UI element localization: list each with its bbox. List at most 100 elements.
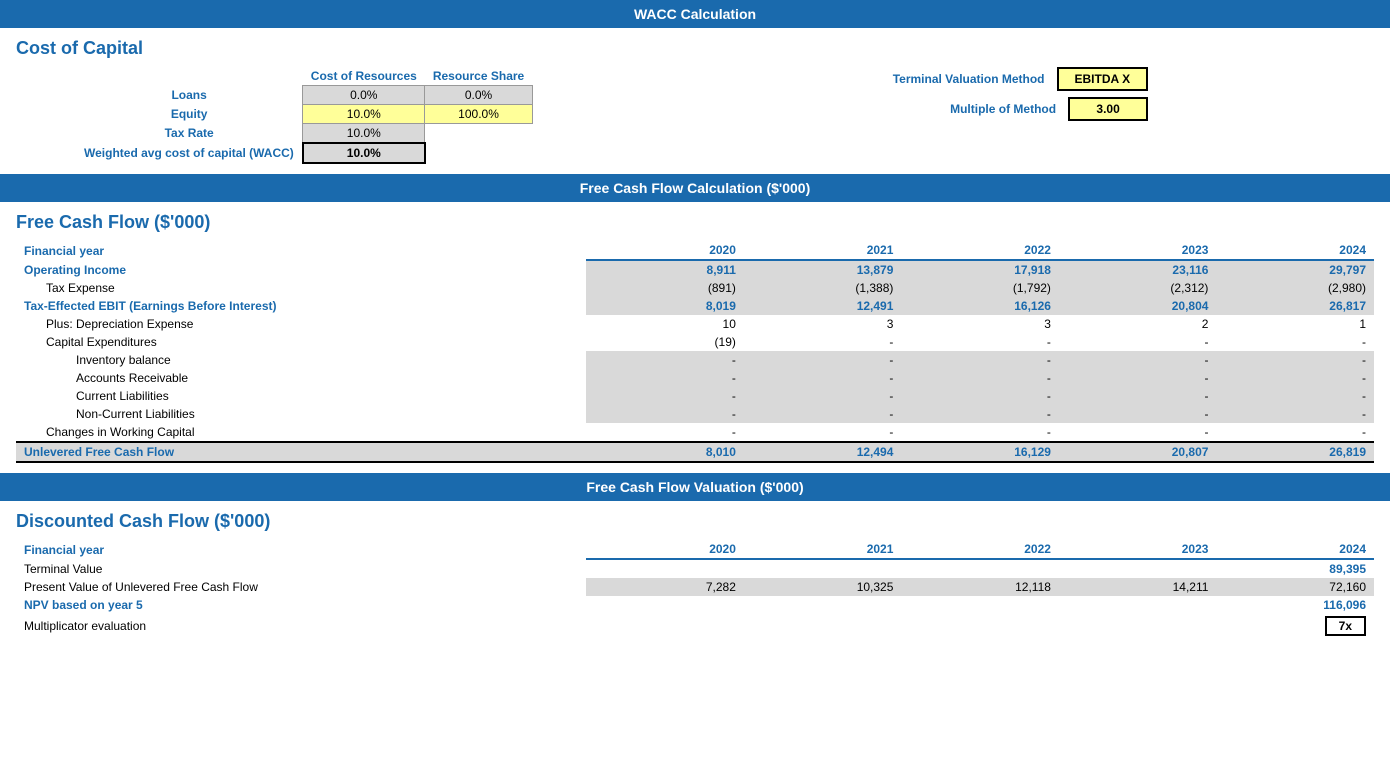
row-label: Tax Expense [16,279,586,297]
year-header: 2020 [586,241,744,260]
cost-of-capital-section: Cost of Capital Cost of Resources Resour… [0,28,1390,174]
row-value: (2,980) [1216,279,1374,297]
wacc-header: WACC Calculation [0,0,1390,28]
wacc-cost[interactable]: 10.0% [303,143,425,163]
col-cost-resources: Cost of Resources [303,67,425,86]
table-row: Tax Expense(891)(1,388)(1,792)(2,312)(2,… [16,279,1374,297]
row-value: 8,911 [586,260,744,279]
unlevered-fcf-value: 12,494 [744,442,902,462]
row-value: - [1216,423,1374,442]
terminal-valuation-row: Terminal Valuation Method EBITDA X [893,67,1148,91]
row-value: - [586,387,744,405]
year-header: 2024 [1216,540,1374,559]
multiple-of-method-label: Multiple of Method [950,102,1056,116]
table-row: Financial year20202021202220232024 [16,540,1374,559]
fcf-table: Financial year20202021202220232024Operat… [16,241,1374,463]
terminal-value-cell [1059,559,1217,578]
table-row: Tax-Effected EBIT (Earnings Before Inter… [16,297,1374,315]
npv-value [901,596,1059,614]
col-resource-share: Resource Share [425,67,532,86]
row-value: 10 [586,315,744,333]
terminal-value-cell [586,559,744,578]
table-row: Capital Expenditures(19)---- [16,333,1374,351]
financial-year-label: Financial year [16,540,586,559]
row-value: - [744,333,902,351]
row-label: Changes in Working Capital [16,423,586,442]
row-value: (1,792) [901,279,1059,297]
loans-share[interactable]: 0.0% [425,86,532,105]
row-value: - [586,405,744,423]
row-value: - [744,387,902,405]
row-value: - [744,351,902,369]
row-value: - [1059,387,1217,405]
table-row: Equity 10.0% 100.0% [76,105,532,124]
row-value: - [1216,351,1374,369]
financial-year-label: Financial year [16,241,586,260]
terminal-value-cell: 89,395 [1216,559,1374,578]
terminal-value-cell [744,559,902,578]
row-value: 23,116 [1059,260,1217,279]
unlevered-fcf-value: 8,010 [586,442,744,462]
row-label: Tax-Effected EBIT (Earnings Before Inter… [16,297,586,315]
table-row: Operating Income8,91113,87917,91823,1162… [16,260,1374,279]
pv-value: 72,160 [1216,578,1374,596]
row-value: (891) [586,279,744,297]
row-value: - [586,369,744,387]
npv-value [586,596,744,614]
year-header: 2020 [586,540,744,559]
table-row: Unlevered Free Cash Flow8,01012,49416,12… [16,442,1374,462]
equity-share[interactable]: 100.0% [425,105,532,124]
loans-label: Loans [76,86,303,105]
fcf-section: Free Cash Flow ($'000) Financial year202… [0,202,1390,473]
pv-label: Present Value of Unlevered Free Cash Flo… [16,578,586,596]
row-label: Inventory balance [16,351,586,369]
row-label: Accounts Receivable [16,369,586,387]
row-value: 12,491 [744,297,902,315]
cost-of-capital-layout: Cost of Resources Resource Share Loans 0… [16,67,1374,164]
fcf-title: Free Cash Flow ($'000) [16,212,1374,233]
table-row: Inventory balance----- [16,351,1374,369]
fcf-valuation-header: Free Cash Flow Valuation ($'000) [0,473,1390,501]
multiplicator-label: Multiplicator evaluation [16,614,586,638]
dcf-section: Discounted Cash Flow ($'000) Financial y… [0,501,1390,648]
row-value: - [901,405,1059,423]
unlevered-fcf-value: 20,807 [1059,442,1217,462]
pv-value: 10,325 [744,578,902,596]
row-value: 17,918 [901,260,1059,279]
terminal-valuation-value[interactable]: EBITDA X [1057,67,1149,91]
loans-cost[interactable]: 0.0% [303,86,425,105]
row-value: 13,879 [744,260,902,279]
unlevered-fcf-value: 16,129 [901,442,1059,462]
equity-cost[interactable]: 10.0% [303,105,425,124]
tax-rate-cost[interactable]: 10.0% [303,124,425,144]
row-value: 29,797 [1216,260,1374,279]
row-value: - [1059,369,1217,387]
table-row: Terminal Value 89,395 [16,559,1374,578]
row-value: - [901,369,1059,387]
year-header: 2024 [1216,241,1374,260]
row-value: - [901,387,1059,405]
table-row: Current Liabilities----- [16,387,1374,405]
fcf-calc-header: Free Cash Flow Calculation ($'000) [0,174,1390,202]
cost-of-capital-title: Cost of Capital [16,38,1374,59]
row-value: - [586,351,744,369]
row-value: - [1059,333,1217,351]
dcf-table: Financial year20202021202220232024Termin… [16,540,1374,638]
row-value: (19) [586,333,744,351]
multiplicator-value [586,614,744,638]
wacc-label: Weighted avg cost of capital (WACC) [76,143,303,163]
row-value: - [1216,387,1374,405]
terminal-value-label: Terminal Value [16,559,586,578]
row-value: (1,388) [744,279,902,297]
row-value: 3 [901,315,1059,333]
year-header: 2023 [1059,540,1217,559]
npv-label: NPV based on year 5 [16,596,586,614]
row-label: Capital Expenditures [16,333,586,351]
multiple-of-method-value[interactable]: 3.00 [1068,97,1148,121]
multiplicator-value: 7x [1216,614,1374,638]
multiplicator-value [1059,614,1217,638]
row-value: - [1059,423,1217,442]
table-row: Changes in Working Capital----- [16,423,1374,442]
row-label: Current Liabilities [16,387,586,405]
terminal-value-cell [901,559,1059,578]
